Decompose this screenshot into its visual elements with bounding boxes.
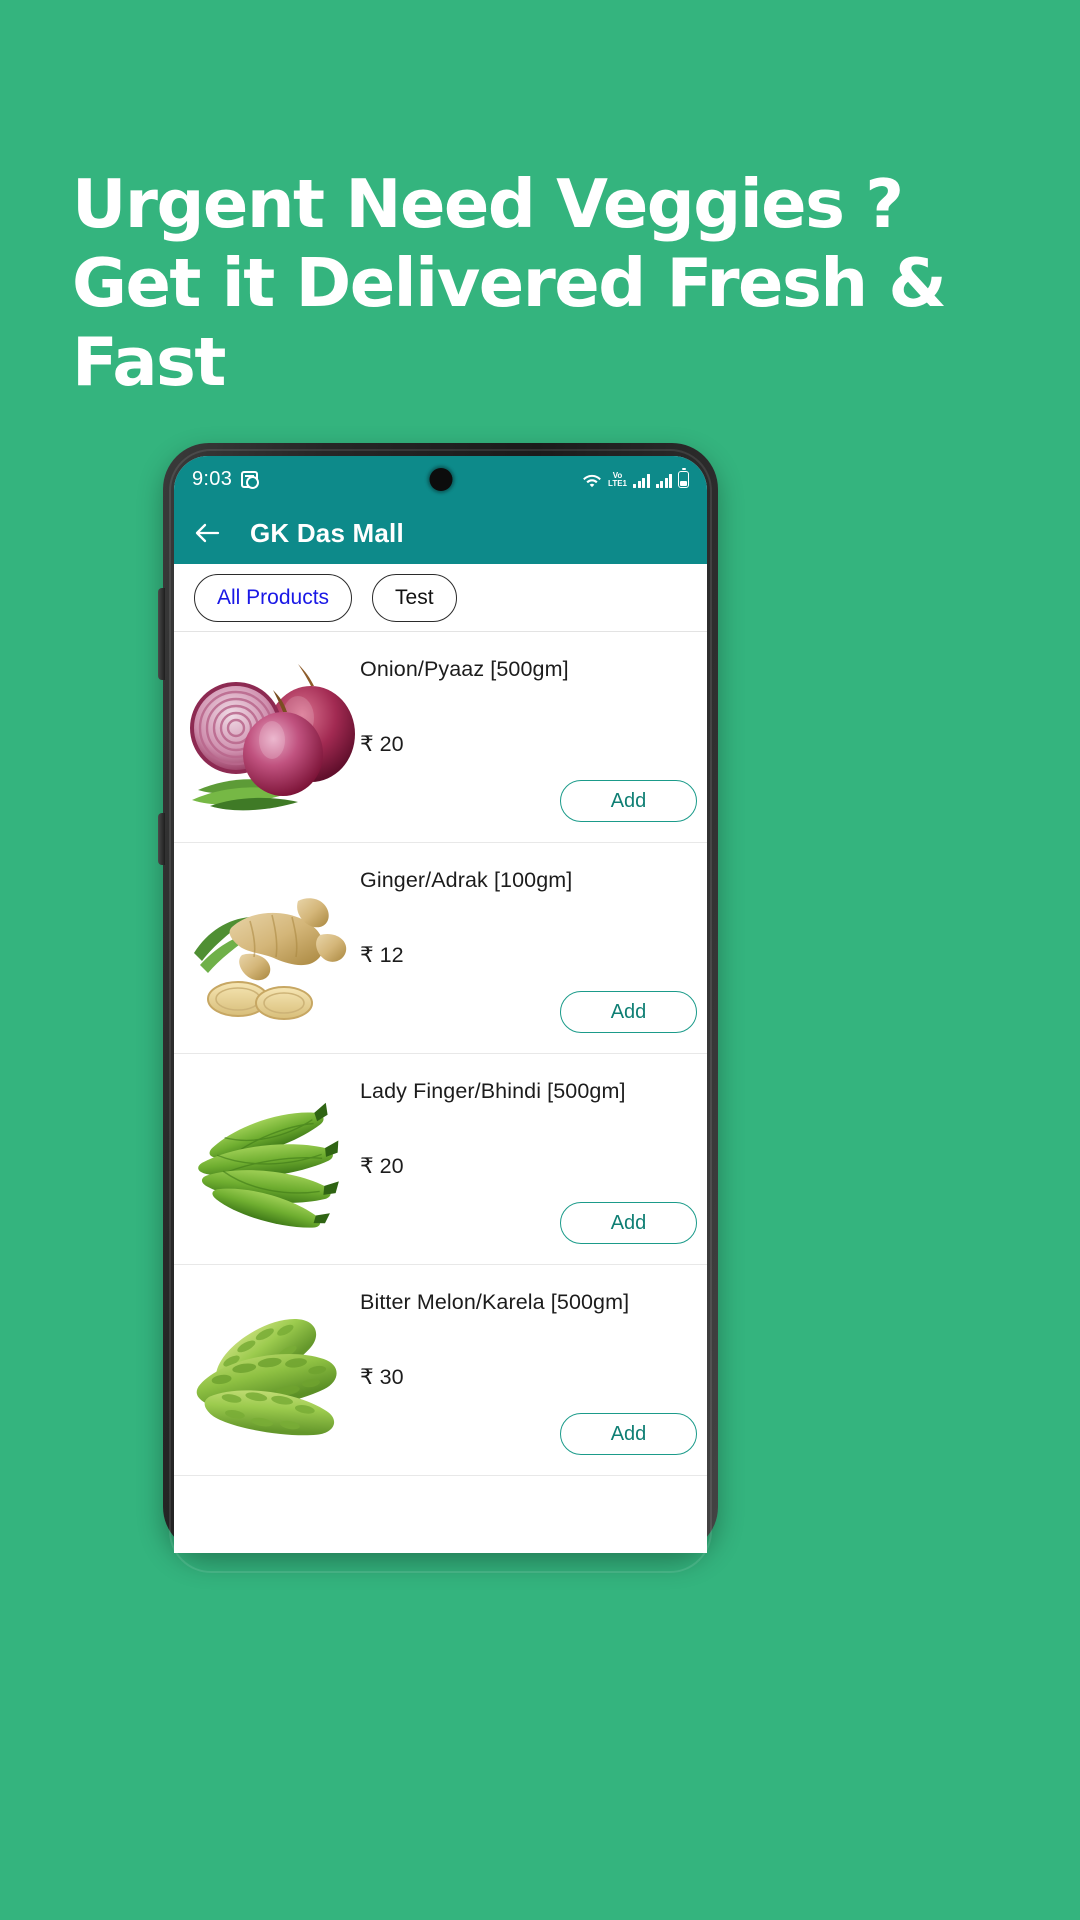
signal-bars-icon-2 — [655, 473, 672, 488]
status-time: 9:03 — [192, 467, 233, 490]
product-thumb-wrap — [174, 857, 356, 1035]
table-row[interactable]: Bitter Melon/Karela [500gm] ₹ 30 Add — [174, 1265, 707, 1476]
volume-button[interactable] — [158, 588, 165, 680]
phone-screen: 9:03 Vo LTE1 GK Das Mall All Products Te… — [174, 456, 707, 1553]
product-price: ₹ 30 — [360, 1365, 404, 1389]
promo-line-1: Urgent Need Veggies ? — [72, 165, 904, 243]
status-bar-right: Vo LTE1 — [582, 467, 689, 488]
product-price: ₹ 20 — [360, 1154, 404, 1178]
promo-line-2: Get it Delivered Fresh & — [72, 244, 947, 322]
product-thumb-wrap — [174, 1068, 356, 1246]
product-name: Onion/Pyaaz [500gm] — [360, 657, 569, 681]
back-arrow-icon[interactable] — [194, 520, 220, 546]
category-chip-bar: All Products Test — [174, 564, 707, 632]
onion-image — [180, 650, 356, 820]
add-to-cart-button[interactable]: Add — [560, 1202, 697, 1244]
product-name: Ginger/Adrak [100gm] — [360, 868, 573, 892]
table-row[interactable]: Onion/Pyaaz [500gm] ₹ 20 Add — [174, 632, 707, 843]
product-info: Ginger/Adrak [100gm] ₹ 12 Add — [356, 857, 707, 1035]
status-bar-left: 9:03 — [192, 467, 260, 491]
phone-mockup: 9:03 Vo LTE1 GK Das Mall All Products Te… — [158, 443, 718, 1573]
table-row[interactable]: Lady Finger/Bhindi [500gm] ₹ 20 Add — [174, 1054, 707, 1265]
ginger-image — [180, 861, 356, 1031]
wifi-icon — [582, 472, 602, 488]
promo-headline: Urgent Need Veggies ? Get it Delivered F… — [72, 165, 947, 402]
product-thumb-wrap — [174, 646, 356, 824]
add-to-cart-button[interactable]: Add — [560, 780, 697, 822]
chip-test[interactable]: Test — [372, 573, 457, 622]
product-info: Lady Finger/Bhindi [500gm] ₹ 20 Add — [356, 1068, 707, 1246]
note-check-icon — [241, 470, 260, 489]
product-info: Onion/Pyaaz [500gm] ₹ 20 Add — [356, 646, 707, 824]
chip-all-products[interactable]: All Products — [194, 573, 353, 622]
power-button[interactable] — [158, 813, 165, 865]
product-name: Bitter Melon/Karela [500gm] — [360, 1290, 630, 1314]
product-name: Lady Finger/Bhindi [500gm] — [360, 1079, 626, 1103]
product-list: Onion/Pyaaz [500gm] ₹ 20 Add Ginger/Adra… — [174, 632, 707, 1476]
table-row[interactable]: Ginger/Adrak [100gm] ₹ 12 Add — [174, 843, 707, 1054]
add-to-cart-button[interactable]: Add — [560, 991, 697, 1033]
signal-bars-icon-1 — [633, 473, 650, 488]
add-to-cart-button[interactable]: Add — [560, 1413, 697, 1455]
app-bar: GK Das Mall — [174, 502, 707, 564]
battery-icon — [678, 467, 689, 488]
volte-icon: Vo LTE1 — [608, 470, 627, 488]
status-bar: 9:03 Vo LTE1 — [174, 456, 707, 502]
product-price: ₹ 12 — [360, 943, 404, 967]
promo-line-3: Fast — [72, 323, 226, 401]
product-info: Bitter Melon/Karela [500gm] ₹ 30 Add — [356, 1279, 707, 1457]
camera-punch-hole — [429, 468, 452, 491]
product-price: ₹ 20 — [360, 732, 404, 756]
okra-image — [180, 1072, 356, 1242]
bittermelon-image — [180, 1283, 356, 1453]
page-title: GK Das Mall — [250, 517, 404, 548]
product-thumb-wrap — [174, 1279, 356, 1457]
